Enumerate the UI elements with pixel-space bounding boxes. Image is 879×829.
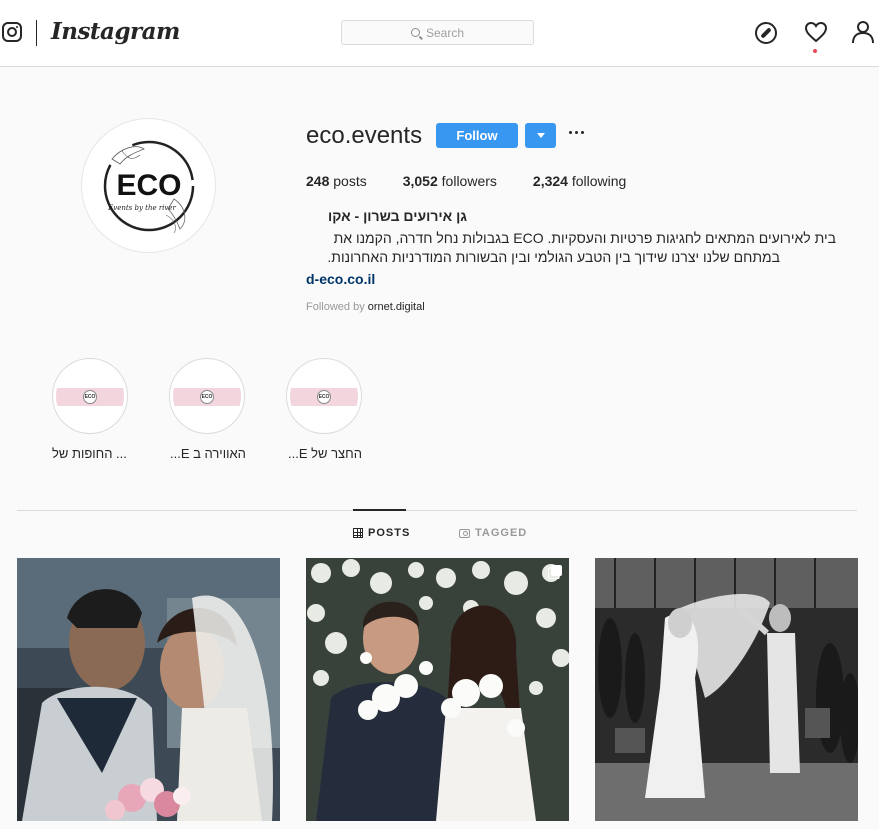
post-thumbnail[interactable]: [306, 558, 569, 821]
post-thumbnail[interactable]: [595, 558, 858, 821]
post-image-veil-ceremony: [595, 558, 858, 821]
tab-posts[interactable]: POSTS: [353, 527, 410, 539]
highlight-logo: ECO: [200, 390, 214, 404]
highlight-logo: ECO: [317, 390, 331, 404]
profile-user-icon[interactable]: [851, 20, 875, 44]
highlight-logo: ECO: [83, 390, 97, 404]
followed-by: Followed by ornet.digital: [306, 301, 425, 313]
tab-posts-label: POSTS: [368, 527, 411, 539]
profile-website-link[interactable]: d-eco.co.il: [306, 271, 375, 287]
tab-tagged-label: TAGGED: [475, 527, 528, 539]
search-icon: [410, 28, 420, 37]
story-highlight[interactable]: ECO: [286, 358, 362, 434]
story-highlight[interactable]: ECO: [169, 358, 245, 434]
tagged-icon: [459, 528, 470, 538]
post-image-couple-petals: [306, 558, 569, 821]
instagram-wordmark[interactable]: Instagram: [51, 18, 180, 45]
search-placeholder: Search: [425, 25, 465, 40]
post-thumbnail[interactable]: [17, 558, 280, 821]
profile-bio-line-1: בית לאירועים המתאים לחגיגות פרטיות והעסק…: [333, 230, 836, 246]
posts-count: 248 posts: [306, 173, 367, 189]
highlight-label[interactable]: ... החופות של: [52, 446, 127, 461]
avatar-logo-subtitle: Events by the river: [107, 204, 176, 212]
profile-avatar[interactable]: ECO Events by the river: [81, 118, 216, 253]
avatar-logo-title: ECO: [116, 169, 181, 202]
following-link[interactable]: 2,324 following: [533, 173, 626, 189]
explore-compass-icon[interactable]: [755, 22, 777, 44]
follow-button[interactable]: Follow: [436, 123, 518, 148]
story-highlight[interactable]: ECO: [52, 358, 128, 434]
active-tab-indicator: [353, 509, 406, 511]
tabs-divider: [17, 510, 857, 511]
highlight-label[interactable]: החצר של E...: [288, 446, 362, 461]
profile-username: eco.events: [306, 122, 423, 149]
suggested-accounts-dropdown-button[interactable]: [525, 123, 556, 148]
notification-dot: [813, 49, 817, 53]
highlight-label[interactable]: האווירה ב E...: [170, 446, 246, 461]
eco-logo-image: ECO Events by the river: [103, 140, 195, 234]
caret-down-icon: [536, 133, 545, 138]
multiple-photos-icon: [548, 565, 562, 579]
profile-full-name: גן אירועים בשרון - אקו: [327, 208, 467, 224]
profile-stats: 248 posts 3,052 followers 2,324 followin…: [306, 173, 662, 189]
followers-link[interactable]: 3,052 followers: [403, 173, 497, 189]
grid-icon: [353, 528, 363, 538]
tab-tagged[interactable]: TAGGED: [459, 527, 527, 539]
nav-divider: [36, 20, 37, 46]
post-image-couple-kiss: [17, 558, 280, 821]
profile-bio-line-2: במתחם שלנו יצרנו שידוך בין הטבע הגולמי ו…: [327, 249, 780, 265]
heart-icon[interactable]: [804, 20, 828, 44]
more-options-icon[interactable]: [569, 128, 587, 136]
instagram-logo-icon[interactable]: [2, 22, 22, 42]
search-input[interactable]: Search: [341, 20, 534, 45]
followed-by-user-link[interactable]: ornet.digital: [368, 301, 425, 313]
top-navbar: Instagram Search: [0, 0, 879, 67]
